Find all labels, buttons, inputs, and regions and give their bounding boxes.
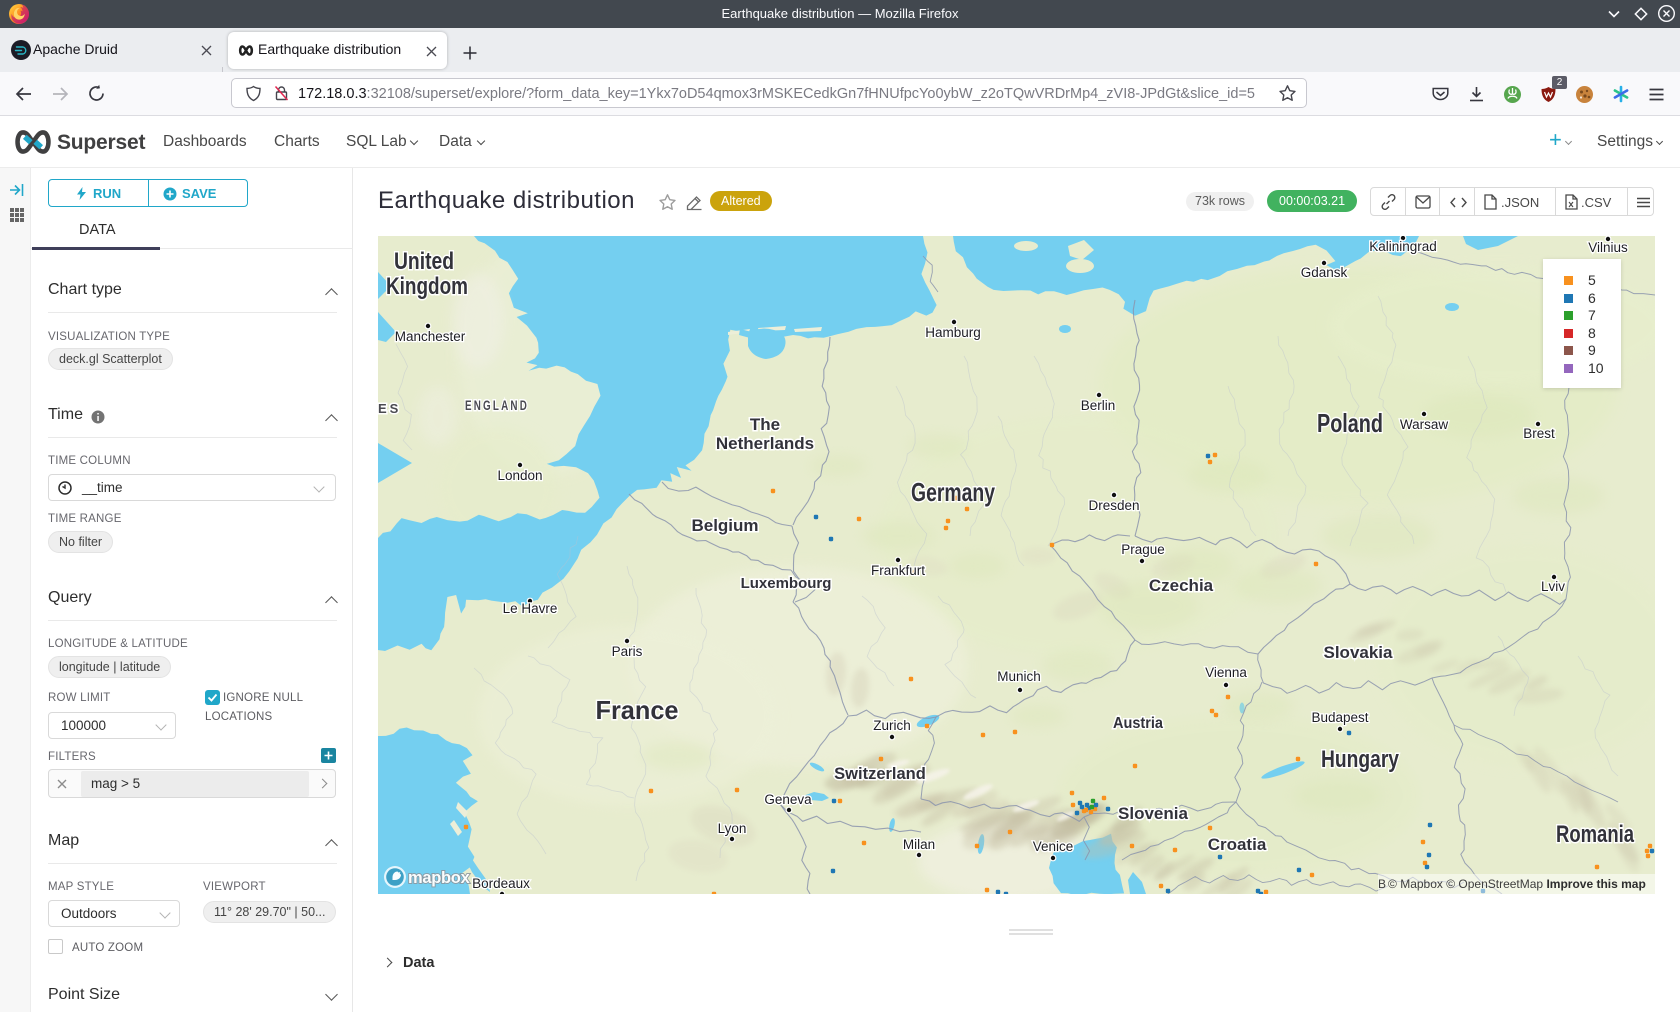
svg-text:Munich: Munich — [997, 669, 1041, 684]
svg-text:Hungary: Hungary — [1321, 746, 1400, 773]
svg-text:6: 6 — [1588, 290, 1596, 306]
svg-text:London: London — [497, 468, 542, 483]
svg-text:Manchester: Manchester — [395, 329, 466, 344]
svg-text:Warsaw: Warsaw — [1400, 417, 1449, 432]
svg-text:5: 5 — [1588, 272, 1596, 288]
svg-text:Lviv: Lviv — [1541, 579, 1565, 594]
svg-text:Prague: Prague — [1121, 542, 1165, 557]
svg-text:Zurich: Zurich — [873, 718, 911, 733]
svg-text:B© Mapbox © OpenStreetMap Impr: B© Mapbox © OpenStreetMap Improve this m… — [1378, 877, 1646, 891]
svg-text:Hamburg: Hamburg — [925, 325, 981, 340]
svg-text:Vienna: Vienna — [1205, 665, 1247, 680]
svg-text:Luxembourg: Luxembourg — [741, 575, 832, 592]
svg-text:ENGLAND: ENGLAND — [465, 398, 529, 413]
svg-text:ES: ES — [378, 401, 401, 416]
svg-text:Berlin: Berlin — [1081, 398, 1116, 413]
svg-text:9: 9 — [1588, 342, 1596, 358]
svg-text:Le Havre: Le Havre — [503, 601, 558, 616]
svg-text:Austria: Austria — [1113, 715, 1163, 732]
svg-text:10: 10 — [1588, 360, 1604, 376]
svg-text:Czechia: Czechia — [1149, 576, 1214, 595]
svg-text:Slovakia: Slovakia — [1324, 643, 1394, 662]
svg-text:Kingdom: Kingdom — [386, 273, 468, 300]
svg-text:Slovenia: Slovenia — [1118, 804, 1188, 823]
svg-text:Venice: Venice — [1033, 839, 1074, 854]
svg-text:Poland: Poland — [1317, 408, 1383, 438]
svg-text:Paris: Paris — [612, 644, 643, 659]
svg-text:mapbox: mapbox — [408, 869, 471, 887]
svg-text:Lyon: Lyon — [718, 821, 747, 836]
svg-text:France: France — [596, 695, 679, 725]
svg-text:Frankfurt: Frankfurt — [871, 563, 925, 578]
svg-text:Gdansk: Gdansk — [1301, 265, 1348, 280]
svg-text:Brest: Brest — [1523, 426, 1555, 441]
svg-text:Netherlands: Netherlands — [716, 434, 814, 453]
svg-text:Budapest: Budapest — [1311, 710, 1368, 725]
svg-text:Bordeaux: Bordeaux — [472, 876, 530, 891]
svg-text:8: 8 — [1588, 325, 1596, 341]
svg-text:Kaliningrad: Kaliningrad — [1369, 239, 1437, 254]
svg-text:Switzerland: Switzerland — [834, 765, 926, 783]
svg-text:Vilnius: Vilnius — [1588, 240, 1628, 255]
svg-text:Belgium: Belgium — [691, 516, 758, 535]
svg-text:The: The — [750, 415, 780, 434]
svg-text:Dresden: Dresden — [1088, 498, 1139, 513]
svg-text:Germany: Germany — [911, 477, 995, 507]
svg-text:United: United — [394, 248, 454, 275]
svg-text:Croatia: Croatia — [1208, 835, 1267, 854]
svg-text:7: 7 — [1588, 307, 1596, 323]
svg-text:Romania: Romania — [1556, 821, 1634, 848]
svg-text:Milan: Milan — [903, 837, 935, 852]
svg-text:Geneva: Geneva — [764, 792, 812, 807]
